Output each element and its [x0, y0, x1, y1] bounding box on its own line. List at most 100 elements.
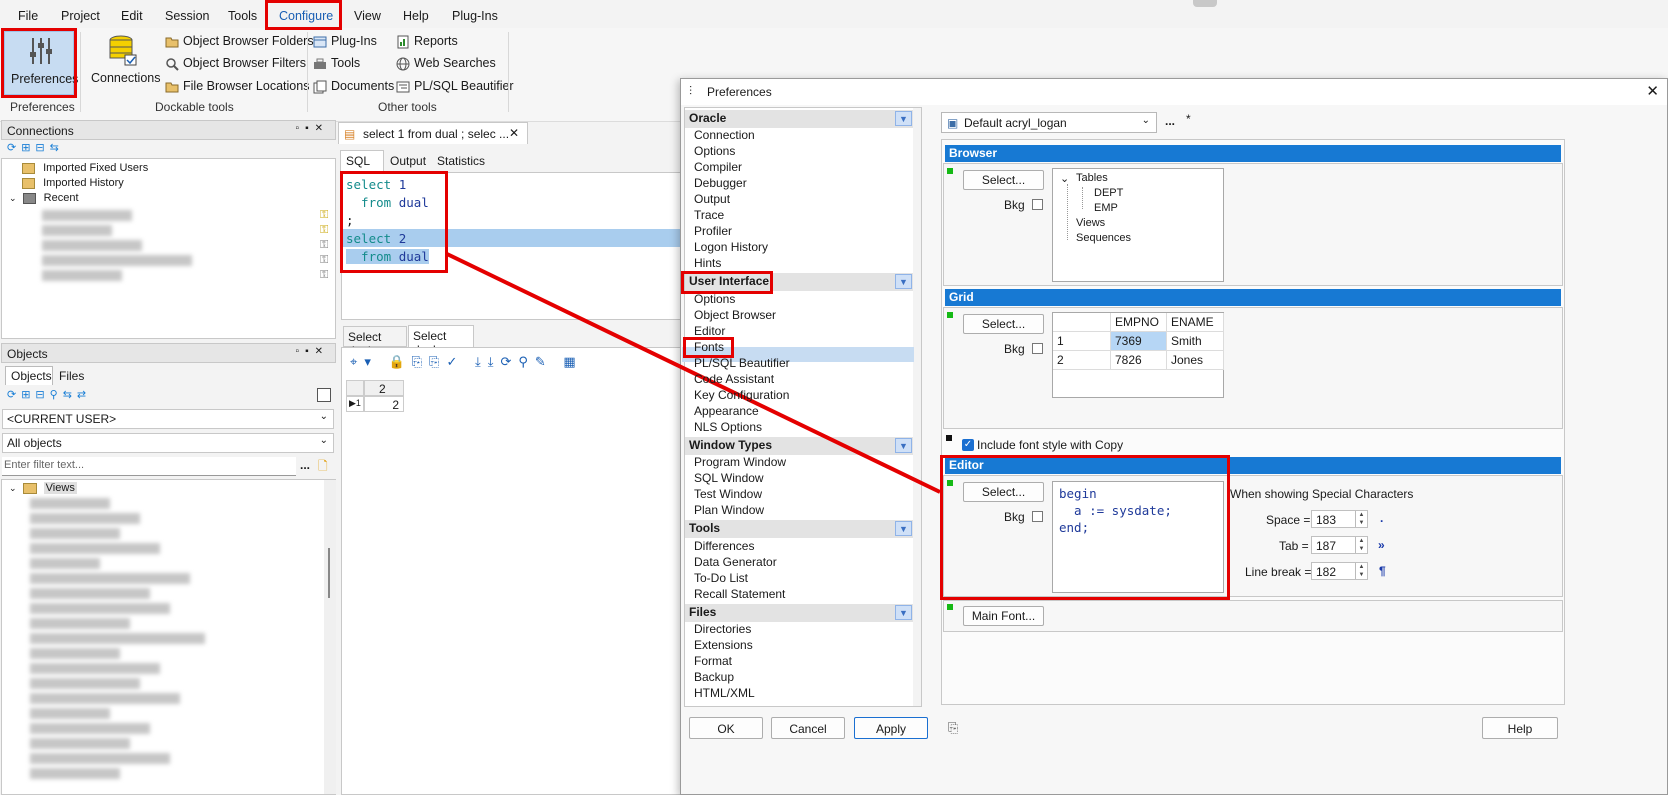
close-icon[interactable]: ✕ [509, 126, 519, 140]
spin-down-icon[interactable]: ▼ [1355, 545, 1367, 553]
apply-button[interactable]: Apply [854, 717, 928, 739]
object-browser-folders-button[interactable]: Object Browser Folders [165, 34, 314, 51]
category-item-sql-window[interactable]: SQL Window [694, 471, 764, 485]
tab-objects[interactable]: Objects [5, 366, 53, 385]
category-item-debugger[interactable]: Debugger [694, 176, 747, 190]
menu-plugins[interactable]: Plug-Ins [452, 9, 498, 23]
export-icon[interactable]: ⎘ [948, 720, 958, 736]
filter-input[interactable]: Enter filter text... [2, 457, 296, 476]
category-item-html-xml[interactable]: HTML/XML [694, 686, 755, 700]
collapse-icon[interactable]: ▼ [895, 605, 912, 620]
collapse-icon[interactable]: ▼ [895, 521, 912, 536]
tab-output[interactable]: Output [390, 154, 426, 168]
category-item-format[interactable]: Format [694, 654, 732, 668]
category-item-profiler[interactable]: Profiler [694, 224, 732, 238]
category-item-hints[interactable]: Hints [694, 256, 721, 270]
category-item-pl-sql-beautifier[interactable]: PL/SQL Beautifier [694, 356, 790, 370]
category-item-recall-statement[interactable]: Recall Statement [694, 587, 785, 601]
spin-down-icon[interactable]: ▼ [1355, 571, 1367, 579]
space-spinner[interactable]: 183 ▲ ▼ [1311, 510, 1368, 528]
category-item-key-configuration[interactable]: Key Configuration [694, 388, 789, 402]
category-item-extensions[interactable]: Extensions [694, 638, 753, 652]
object-type-select[interactable]: All objects ⌄ [2, 433, 334, 453]
tab-result-1[interactable]: Select dual [343, 326, 407, 358]
panel-controls-icon[interactable]: ▫▪✕ [296, 346, 329, 357]
tab-result-2[interactable]: Select dual [408, 325, 474, 357]
tree-item-recent[interactable]: ⌄ Recent [9, 192, 79, 204]
collapse-icon[interactable]: ▼ [895, 274, 912, 289]
profile-more-button[interactable]: ... [1165, 114, 1175, 128]
tree-item-imported-fixed[interactable]: Imported Fixed Users [22, 162, 148, 174]
menu-edit[interactable]: Edit [121, 9, 143, 23]
menu-configure[interactable]: Configure [279, 9, 333, 23]
category-item-differences[interactable]: Differences [694, 539, 754, 553]
category-item-code-assistant[interactable]: Code Assistant [694, 372, 774, 386]
menu-project[interactable]: Project [61, 9, 100, 23]
category-item-appearance[interactable]: Appearance [694, 404, 759, 418]
linebreak-spinner[interactable]: 182 ▲ ▼ [1311, 562, 1368, 580]
reports-button[interactable]: Reports [396, 34, 458, 51]
cancel-button[interactable]: Cancel [771, 717, 845, 739]
include-font-style-checkbox[interactable]: ✓ [962, 439, 974, 451]
menu-help[interactable]: Help [403, 9, 429, 23]
more-button[interactable]: ... [300, 458, 310, 472]
file-browser-locations-button[interactable]: File Browser Locations [165, 79, 309, 96]
main-font-button[interactable]: Main Font... [963, 606, 1044, 626]
menu-view[interactable]: View [354, 9, 381, 23]
user-select[interactable]: <CURRENT USER> ⌄ [2, 409, 334, 429]
category-item-trace[interactable]: Trace [694, 208, 724, 222]
category-item-nls-options[interactable]: NLS Options [694, 420, 762, 434]
tree-item-views[interactable]: ⌄ Views [9, 482, 77, 494]
ok-button[interactable]: OK [689, 717, 763, 739]
browser-bkg-checkbox[interactable] [1032, 199, 1043, 210]
category-item-logon-history[interactable]: Logon History [694, 240, 768, 254]
collapse-icon[interactable]: ▼ [895, 111, 912, 126]
browser-select-button[interactable]: Select... [963, 170, 1044, 190]
plugins-button[interactable]: Plug-Ins [313, 34, 388, 51]
result-cell[interactable]: 2 [364, 396, 404, 412]
category-header-user-interface[interactable]: User Interface ▼ [685, 273, 913, 291]
spin-up-icon[interactable]: ▲ [1355, 537, 1367, 545]
category-header-oracle[interactable]: Oracle ▼ [685, 110, 913, 128]
panel-controls-icon[interactable]: ▫▪✕ [296, 123, 329, 134]
category-item-data-generator[interactable]: Data Generator [694, 555, 777, 569]
category-item-plan-window[interactable]: Plan Window [694, 503, 764, 517]
category-item-object-browser[interactable]: Object Browser [694, 308, 776, 322]
category-item-compiler[interactable]: Compiler [694, 160, 742, 174]
tab-statistics[interactable]: Statistics [437, 154, 485, 168]
tools-button[interactable]: Tools [313, 56, 388, 73]
checkbox-icon[interactable] [317, 388, 331, 402]
collapse-icon[interactable]: ▼ [895, 438, 912, 453]
new-file-icon[interactable]: 🗋 [318, 457, 328, 478]
toolbar-icons[interactable]: ⟳⊞⊟⇆ [7, 141, 64, 154]
object-browser-filters-button[interactable]: Object Browser Filters [165, 56, 306, 73]
grid-select-button[interactable]: Select... [963, 314, 1044, 334]
category-header-window-types[interactable]: Window Types ▼ [685, 437, 913, 455]
grid-bkg-checkbox[interactable] [1032, 343, 1043, 354]
spin-up-icon[interactable]: ▲ [1355, 563, 1367, 571]
category-item-options[interactable]: Options [694, 292, 735, 306]
category-item-fonts[interactable]: Fonts [694, 340, 724, 354]
category-item-connection[interactable]: Connection [694, 128, 755, 142]
documents-button[interactable]: Documents [313, 79, 394, 96]
menu-session[interactable]: Session [165, 9, 209, 23]
sql-window-tab[interactable]: ▤ select 1 from dual ; selec ... ✕ [338, 122, 528, 144]
category-header-tools[interactable]: Tools ▼ [685, 520, 913, 538]
category-item-options[interactable]: Options [694, 144, 735, 158]
menu-file[interactable]: File [18, 9, 38, 23]
profile-select[interactable]: ▣ Default acryl_logan ⌄ [941, 112, 1157, 133]
toolbar-icons[interactable]: ⟳⊞⊟⚲⇆⇄ [7, 388, 91, 401]
preferences-button[interactable]: Preferences [4, 31, 78, 95]
category-item-editor[interactable]: Editor [694, 324, 725, 338]
category-item-output[interactable]: Output [694, 192, 730, 206]
web-searches-button[interactable]: Web Searches [396, 56, 496, 73]
category-header-files[interactable]: Files ▼ [685, 604, 913, 622]
category-item-to-do-list[interactable]: To-Do List [694, 571, 748, 585]
connections-button[interactable]: Connections [86, 31, 161, 95]
tab-spinner[interactable]: 187 ▲ ▼ [1311, 536, 1368, 554]
close-icon[interactable]: ✕ [1646, 82, 1659, 100]
vertical-scrollbar[interactable] [324, 480, 336, 794]
editor-select-button[interactable]: Select... [963, 482, 1044, 502]
window-close-tab[interactable] [1193, 0, 1217, 7]
plsql-beautifier-button[interactable]: PL/SQL Beautifier [396, 79, 514, 96]
